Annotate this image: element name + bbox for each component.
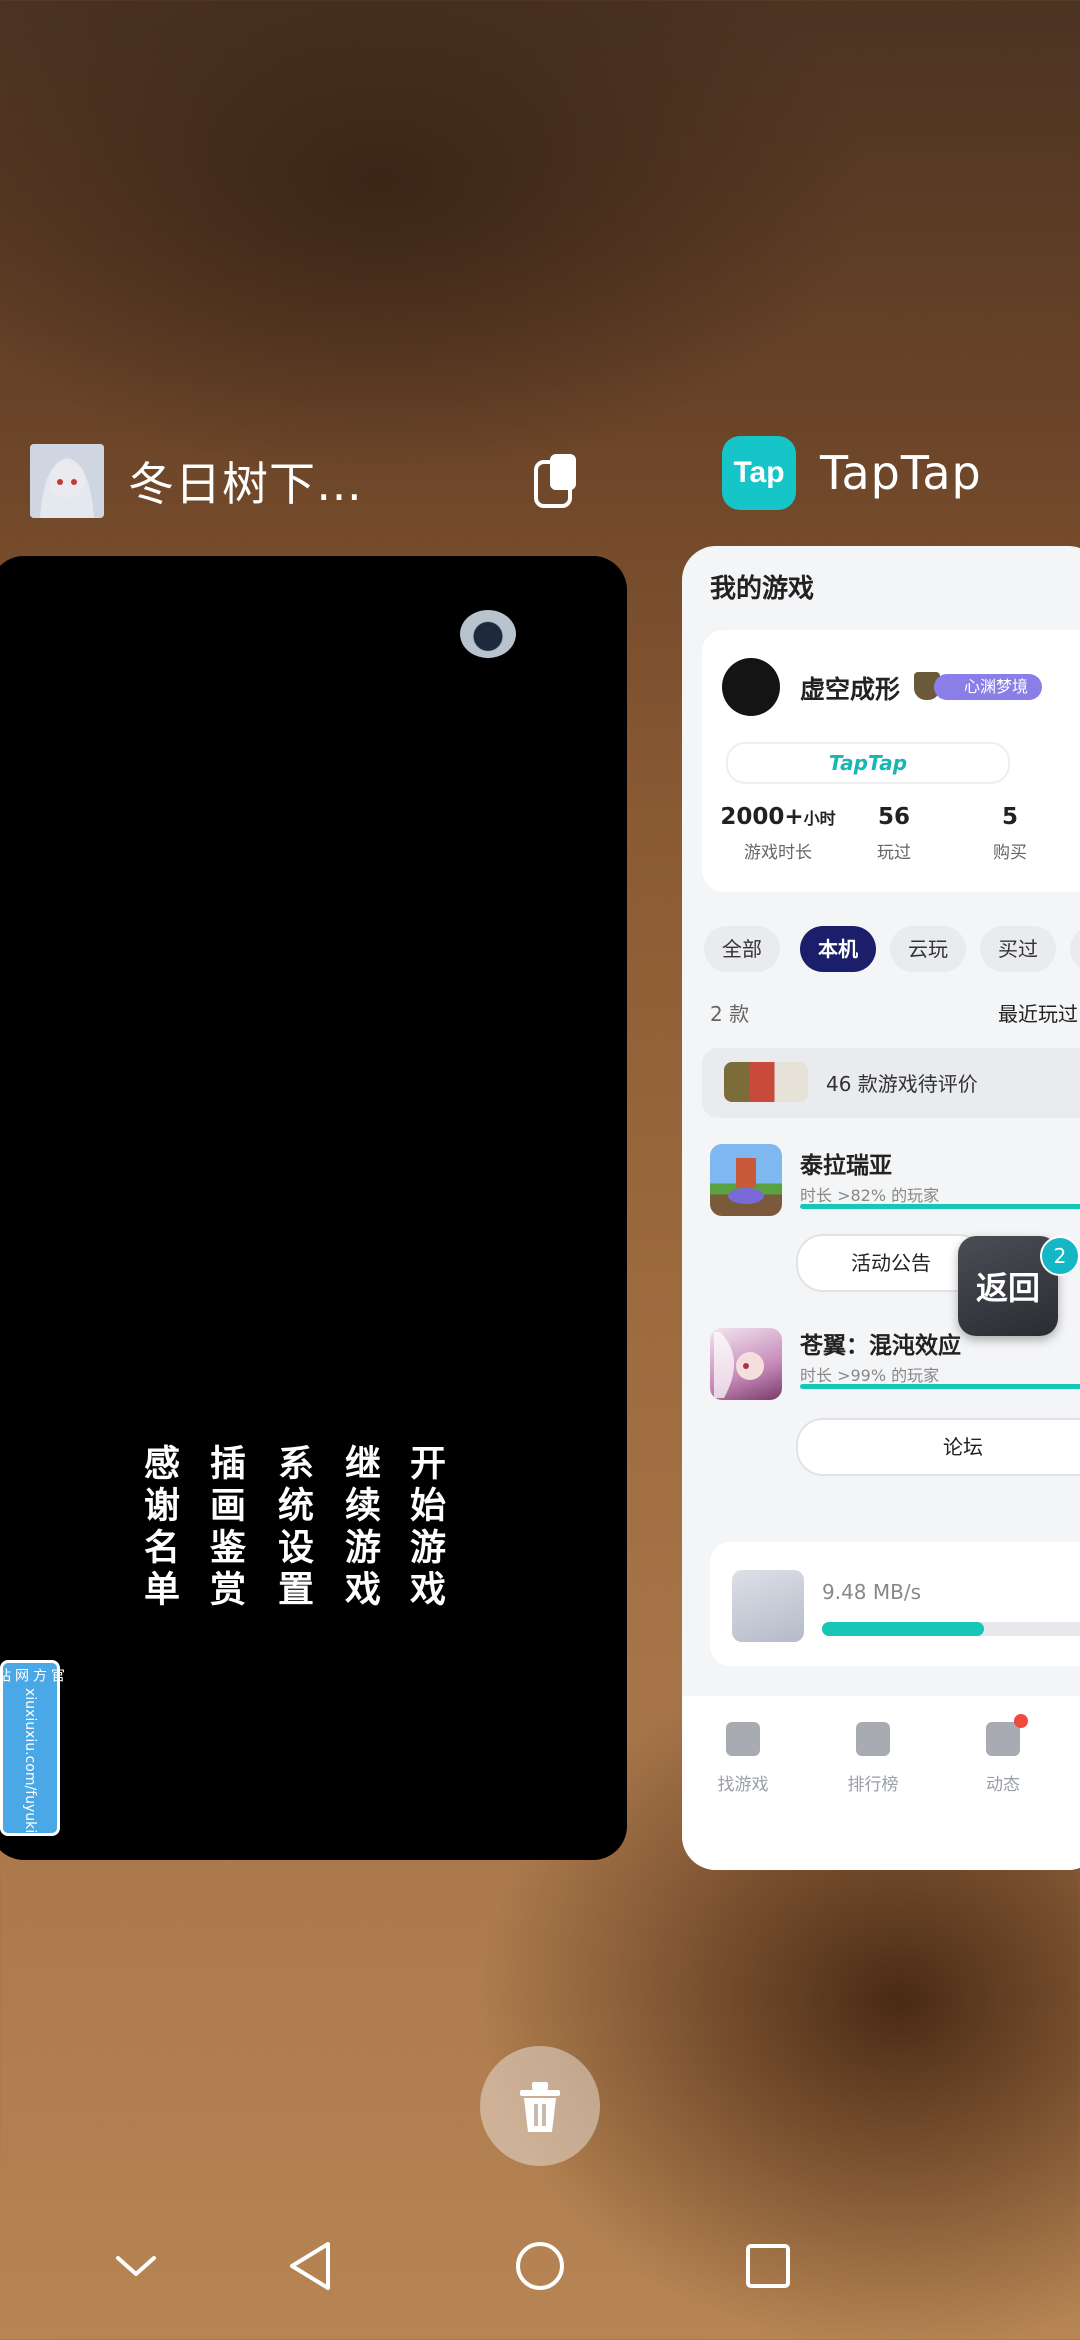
menu-settings[interactable]: 系统设置 (266, 1444, 318, 1612)
game-sub: 时长 >99% 的玩家 (800, 1366, 940, 1385)
game-progress-bar (800, 1204, 1080, 1209)
lock-icon[interactable] (532, 452, 580, 512)
game-progress-bar (800, 1384, 1080, 1389)
user-badge: 心渊梦境 (934, 674, 1043, 700)
rankings-icon (856, 1722, 890, 1756)
stat-played-label: 玩过 (877, 843, 911, 863)
recents-icon[interactable] (738, 2236, 798, 2296)
game-row-blazblue[interactable]: 苍翼：混沌效应 时长 >99% 的玩家 论坛 (710, 1324, 1080, 1514)
home-icon[interactable] (510, 2236, 570, 2296)
nav-rankings[interactable]: 排行榜 (828, 1722, 918, 1795)
stat-playtime: 2000+小时 游戏时长 (718, 804, 838, 863)
filter-all[interactable]: 全部 (704, 926, 780, 972)
filter-cloud[interactable]: 云玩 (890, 926, 966, 972)
nav-find-games[interactable]: 找游戏 (698, 1722, 788, 1795)
right-app-header[interactable]: Tap TapTap (722, 436, 982, 510)
stat-played-value: 56 (877, 804, 910, 830)
left-app-title: 冬日树下… (128, 457, 363, 511)
terraria-icon (710, 1144, 782, 1216)
taptap-logo-icon: Tap (722, 436, 796, 510)
activity-icon (986, 1722, 1020, 1756)
pending-reviews-banner[interactable]: 46 款游戏待评价 (702, 1048, 1080, 1118)
pending-thumbnails (724, 1062, 808, 1102)
official-site-badge[interactable]: 官方网站 xiuxiuxiu.com/fuyuki (0, 1660, 65, 1836)
floating-back-label: 返回 (975, 1269, 1040, 1307)
cursor-icon (460, 610, 516, 658)
download-progress-fill (822, 1622, 985, 1636)
stat-purchased-label: 购买 (993, 843, 1027, 863)
stat-played: 56 玩过 (856, 804, 932, 863)
taptap-logo-text: Tap (733, 456, 785, 489)
game-name: 苍翼：混沌效应 (800, 1333, 961, 1359)
filter-bought[interactable]: 买过 (980, 926, 1056, 972)
nav-activity[interactable]: 动态 (958, 1714, 1048, 1795)
bottom-nav: 找游戏 排行榜 动态 (682, 1696, 1080, 1870)
page-title: 我的游戏 (710, 574, 815, 604)
download-thumbnail (732, 1570, 804, 1642)
stat-playtime-label: 游戏时长 (744, 843, 812, 863)
game-sub: 时长 >82% 的玩家 (800, 1186, 940, 1205)
stat-playtime-value: 2000+ (720, 804, 804, 830)
left-app-preview[interactable]: 开始游戏 继续游戏 系统设置 插画鉴赏 感谢名单 官方网站 xiuxiuxiu.… (0, 556, 627, 1860)
badge-line-2: xiuxiuxiu.com/fuyuki (22, 1687, 38, 1833)
menu-gallery[interactable]: 插画鉴赏 (198, 1444, 250, 1612)
right-app-preview[interactable]: 我的游戏 虚空成形 心渊梦境 TapTap 2000+小时 游戏时长 56 玩过… (682, 546, 1080, 1870)
stat-purchased-value: 5 (1001, 804, 1018, 830)
floating-badge: 2 (1040, 1236, 1080, 1276)
stat-playtime-unit: 小时 (803, 809, 836, 828)
avatar[interactable] (722, 658, 780, 716)
menu-continue[interactable]: 继续游戏 (333, 1444, 385, 1612)
nav-rankings-label: 排行榜 (847, 1775, 899, 1795)
game-count: 2 款 (710, 1002, 750, 1026)
nav-activity-label: 动态 (986, 1775, 1020, 1795)
profile-card[interactable]: 虚空成形 心渊梦境 TapTap 2000+小时 游戏时长 56 玩过 5 购买 (702, 630, 1080, 892)
menu-credits[interactable]: 感谢名单 (132, 1444, 184, 1612)
find-games-icon (726, 1722, 760, 1756)
back-icon[interactable] (280, 2236, 340, 2296)
chevron-down-icon[interactable] (106, 2236, 166, 2296)
forum-button[interactable]: 论坛 (796, 1418, 1080, 1476)
badge-line-1: 官方网站 (0, 1668, 65, 1683)
menu-start[interactable]: 开始游戏 (398, 1444, 450, 1612)
user-name: 虚空成形 (800, 675, 901, 704)
download-card[interactable]: 9.48 MB/s (710, 1542, 1080, 1666)
filter-more[interactable] (1070, 926, 1080, 972)
taptap-pill[interactable]: TapTap (726, 742, 1010, 784)
sort-selector[interactable]: 最近玩过 (998, 998, 1078, 1027)
stat-purchased: 5 购买 (972, 804, 1048, 863)
pending-reviews-text: 46 款游戏待评价 (826, 1072, 978, 1096)
blazblue-icon (710, 1328, 782, 1400)
left-app-header[interactable]: 冬日树下… (30, 444, 363, 518)
filter-local[interactable]: 本机 (800, 926, 876, 972)
game-name: 泰拉瑞亚 (800, 1153, 892, 1179)
right-app-title: TapTap (820, 446, 982, 500)
notification-dot (1014, 1714, 1028, 1728)
nav-find-games-label: 找游戏 (717, 1775, 769, 1795)
left-app-icon (30, 444, 104, 518)
trash-icon (520, 2082, 560, 2132)
download-speed: 9.48 MB/s (822, 1580, 922, 1604)
clear-all-button[interactable] (480, 2046, 600, 2166)
